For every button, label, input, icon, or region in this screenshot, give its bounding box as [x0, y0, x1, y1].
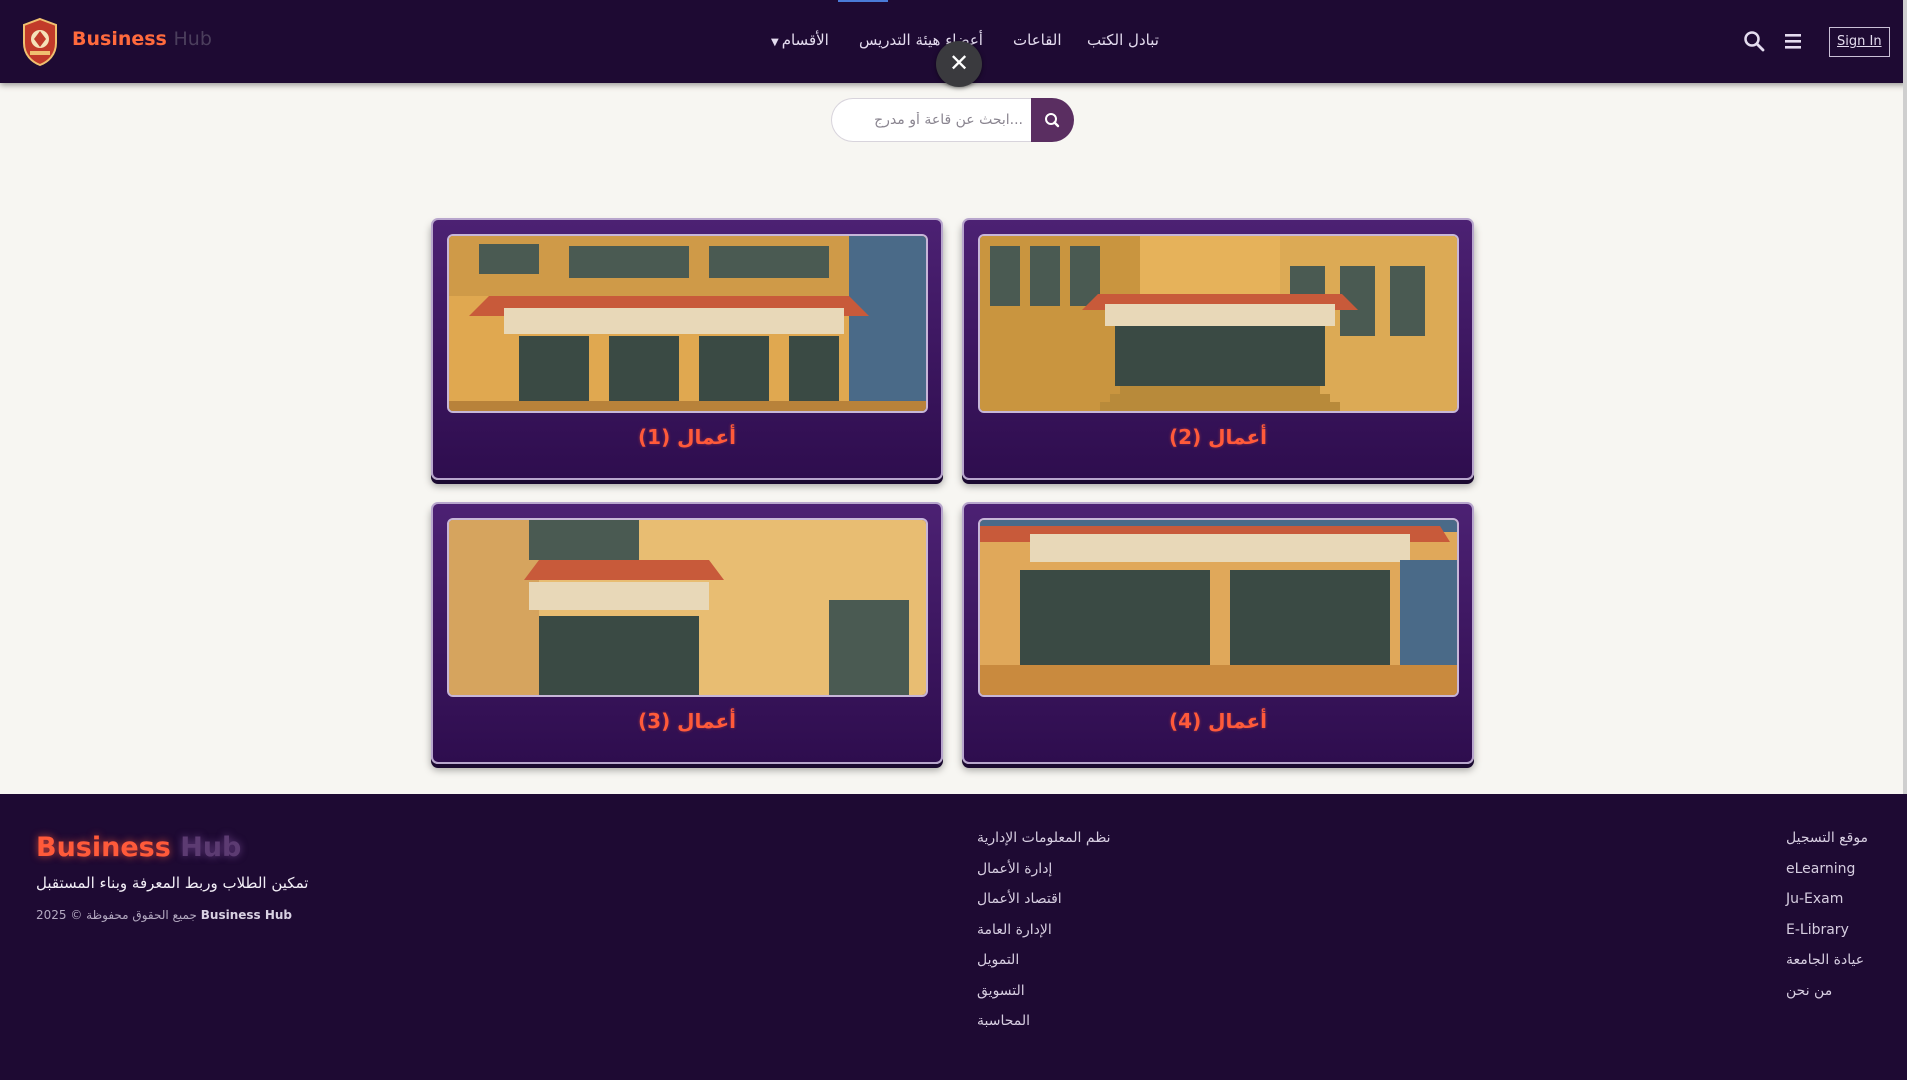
university-logo[interactable] [20, 17, 60, 67]
nav-link-book-exchange[interactable]: تبادل الكتب [1087, 31, 1159, 49]
hall-card-title: أعمال (2) [1169, 425, 1267, 449]
footer-link-registration[interactable]: موقع التسجيل [1786, 830, 1868, 846]
search-submit-button[interactable] [1031, 98, 1074, 142]
hall-image-business-1 [447, 234, 928, 413]
brand-word-hub: Hub [173, 28, 212, 50]
footer-link-e-library[interactable]: E-Library [1786, 922, 1849, 938]
hamburger-menu-icon[interactable] [1783, 30, 1805, 52]
footer-brand-business: Business [36, 832, 171, 863]
page-scrollbar[interactable] [1903, 0, 1907, 794]
page-progress-indicator [838, 0, 888, 2]
hall-card-title: أعمال (3) [638, 709, 736, 733]
footer-dept-marketing[interactable]: التسويق [977, 983, 1025, 999]
search-icon[interactable] [1743, 30, 1765, 52]
footer-dept-business-economics[interactable]: اقتصاد الأعمال [977, 891, 1062, 907]
hall-search-input[interactable] [831, 98, 1037, 142]
caret-down-icon: ▼ [771, 37, 779, 48]
hall-card-business-1[interactable]: أعمال (1) [431, 218, 943, 480]
hall-card-business-4[interactable]: أعمال (4) [962, 502, 1474, 764]
hall-card-business-3[interactable]: أعمال (3) [431, 502, 943, 764]
footer-tagline: تمكين الطلاب وربط المعرفة وبناء المستقبل [36, 874, 309, 892]
brand-name[interactable]: Business Hub [72, 28, 212, 50]
hall-card-title: أعمال (4) [1169, 709, 1267, 733]
footer-copyright: جميع الحقوق محفوظة © 2025 Business Hub [36, 908, 292, 922]
footer-link-elearning[interactable]: eLearning [1786, 861, 1855, 877]
nav-link-departments[interactable]: ▼ الأقسام [771, 31, 829, 49]
nav-link-departments-label: الأقسام [781, 31, 829, 49]
site-footer: Business Hub تمكين الطلاب وربط المعرفة و… [0, 794, 1907, 1080]
footer-dept-business-admin[interactable]: إدارة الأعمال [977, 861, 1052, 877]
footer-brand: Business Hub [36, 832, 241, 863]
nav-link-halls[interactable]: القاعات [1013, 31, 1062, 49]
copyright-text: جميع الحقوق محفوظة © 2025 [36, 908, 197, 922]
footer-dept-accounting[interactable]: المحاسبة [977, 1013, 1030, 1029]
sign-in-button[interactable]: Sign In [1829, 27, 1890, 57]
hall-card-business-2[interactable]: أعمال (2) [962, 218, 1474, 480]
hall-image-business-2 [978, 234, 1459, 413]
footer-dept-public-admin[interactable]: الإدارة العامة [977, 922, 1052, 938]
footer-link-university-clinic[interactable]: عيادة الجامعة [1786, 952, 1864, 968]
footer-link-about-us[interactable]: من نحن [1786, 983, 1832, 999]
footer-brand-hub: Hub [180, 832, 242, 863]
footer-link-ju-exam[interactable]: Ju-Exam [1786, 891, 1843, 907]
hall-image-business-4 [978, 518, 1459, 697]
close-icon[interactable]: ✕ [936, 41, 982, 87]
hall-image-business-3 [447, 518, 928, 697]
brand-word-business: Business [72, 28, 167, 50]
footer-dept-finance[interactable]: التمويل [977, 952, 1019, 968]
copyright-brand: Business Hub [200, 908, 293, 922]
hall-search-bar [831, 98, 1074, 142]
footer-dept-mis[interactable]: نظم المعلومات الإدارية [977, 830, 1111, 846]
hall-card-title: أعمال (1) [638, 425, 736, 449]
